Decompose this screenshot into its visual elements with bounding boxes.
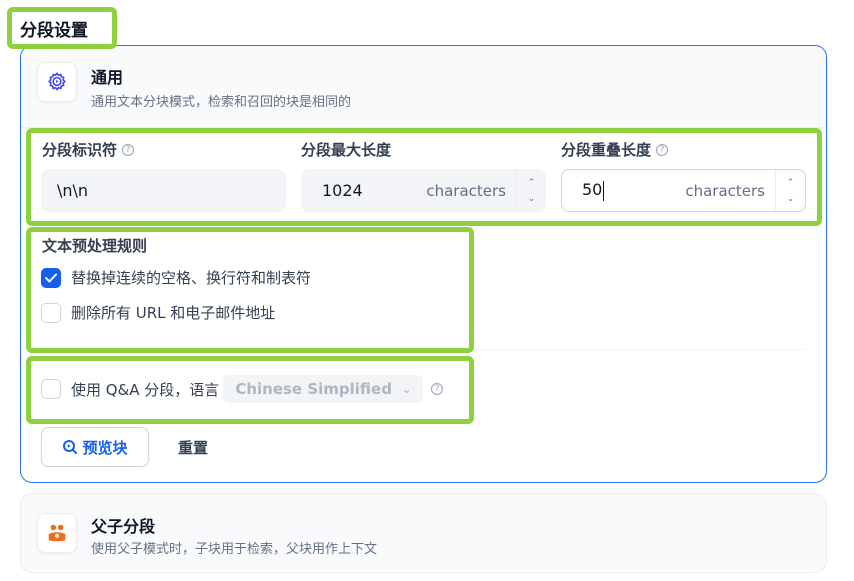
parent-child-mode-card[interactable]: 父子分段 使用父子模式时，子块用于检索，父块用作上下文 [20,493,827,573]
overlap-label: 分段重叠长度 ? [561,139,669,160]
max-length-value: 1024 [322,181,363,200]
reset-button[interactable]: 重置 [162,427,224,467]
overlap-unit: characters [685,181,765,200]
general-card-header: 通用 通用文本分块模式，检索和召回的块是相同的 [21,46,826,128]
rule-label: 替换掉连续的空格、换行符和制表符 [71,269,312,287]
check-icon [45,273,57,282]
rule-remove-urls[interactable]: 删除所有 URL 和电子邮件地址 [41,302,275,323]
chevron-up-icon[interactable]: ⌃ [787,178,795,188]
parent-child-icon [37,513,77,553]
language-value: Chinese Simplified [235,380,392,398]
overlap-stepper[interactable]: ⌃ ⌄ [775,170,805,211]
qa-label: 使用 Q&A 分段，语言 [71,380,220,399]
language-select[interactable]: Chinese Simplified ⌄ [223,375,424,403]
max-length-input[interactable]: 1024 characters ⌃ ⌄ [301,169,546,212]
text-caret [603,180,605,201]
separator-label-text: 分段标识符 [42,141,118,159]
general-title: 通用 [91,68,124,87]
rule-replace-whitespace[interactable]: 替换掉连续的空格、换行符和制表符 [41,267,311,288]
preprocess-title: 文本预处理规则 [42,237,148,255]
qa-option[interactable]: 使用 Q&A 分段，语言 Chinese Simplified ⌄ ? [41,375,444,403]
search-icon [63,440,78,454]
help-icon[interactable]: ? [431,383,444,395]
preview-button-label: 预览块 [82,438,128,457]
overlap-input[interactable]: 50 characters ⌃ ⌄ [561,169,806,212]
divider [32,349,806,350]
chevron-up-icon[interactable]: ⌃ [528,178,536,188]
rule-label: 删除所有 URL 和电子邮件地址 [71,304,276,322]
checkbox-unchecked[interactable] [41,302,61,323]
section-title: 分段设置 [20,21,88,41]
parent-child-title: 父子分段 [91,517,156,536]
separator-value: \n\n [57,181,89,200]
checkbox-unchecked[interactable] [41,379,61,399]
help-icon[interactable]: ? [122,143,135,156]
overlap-value: 50 [582,180,603,200]
separator-input[interactable]: \n\n [41,169,286,212]
overlap-label-text: 分段重叠长度 [561,141,652,159]
max-length-unit: characters [426,181,506,200]
general-description: 通用文本分块模式，检索和召回的块是相同的 [91,95,352,110]
chevron-down-icon[interactable]: ⌄ [787,194,795,204]
parent-child-description: 使用父子模式时，子块用于检索，父块用作上下文 [91,542,378,557]
chevron-down-icon: ⌄ [401,382,412,396]
separator-label: 分段标识符 ? [42,139,135,160]
preview-chunks-button[interactable]: 预览块 [41,427,149,467]
help-icon[interactable]: ? [656,143,669,156]
general-mode-card[interactable]: 通用 通用文本分块模式，检索和召回的块是相同的 [20,45,827,483]
gear-icon [37,62,77,102]
checkbox-checked[interactable] [41,267,61,288]
max-length-label: 分段最大长度 [301,141,392,159]
max-length-stepper[interactable]: ⌃ ⌄ [516,169,546,212]
chevron-down-icon[interactable]: ⌄ [528,194,536,204]
